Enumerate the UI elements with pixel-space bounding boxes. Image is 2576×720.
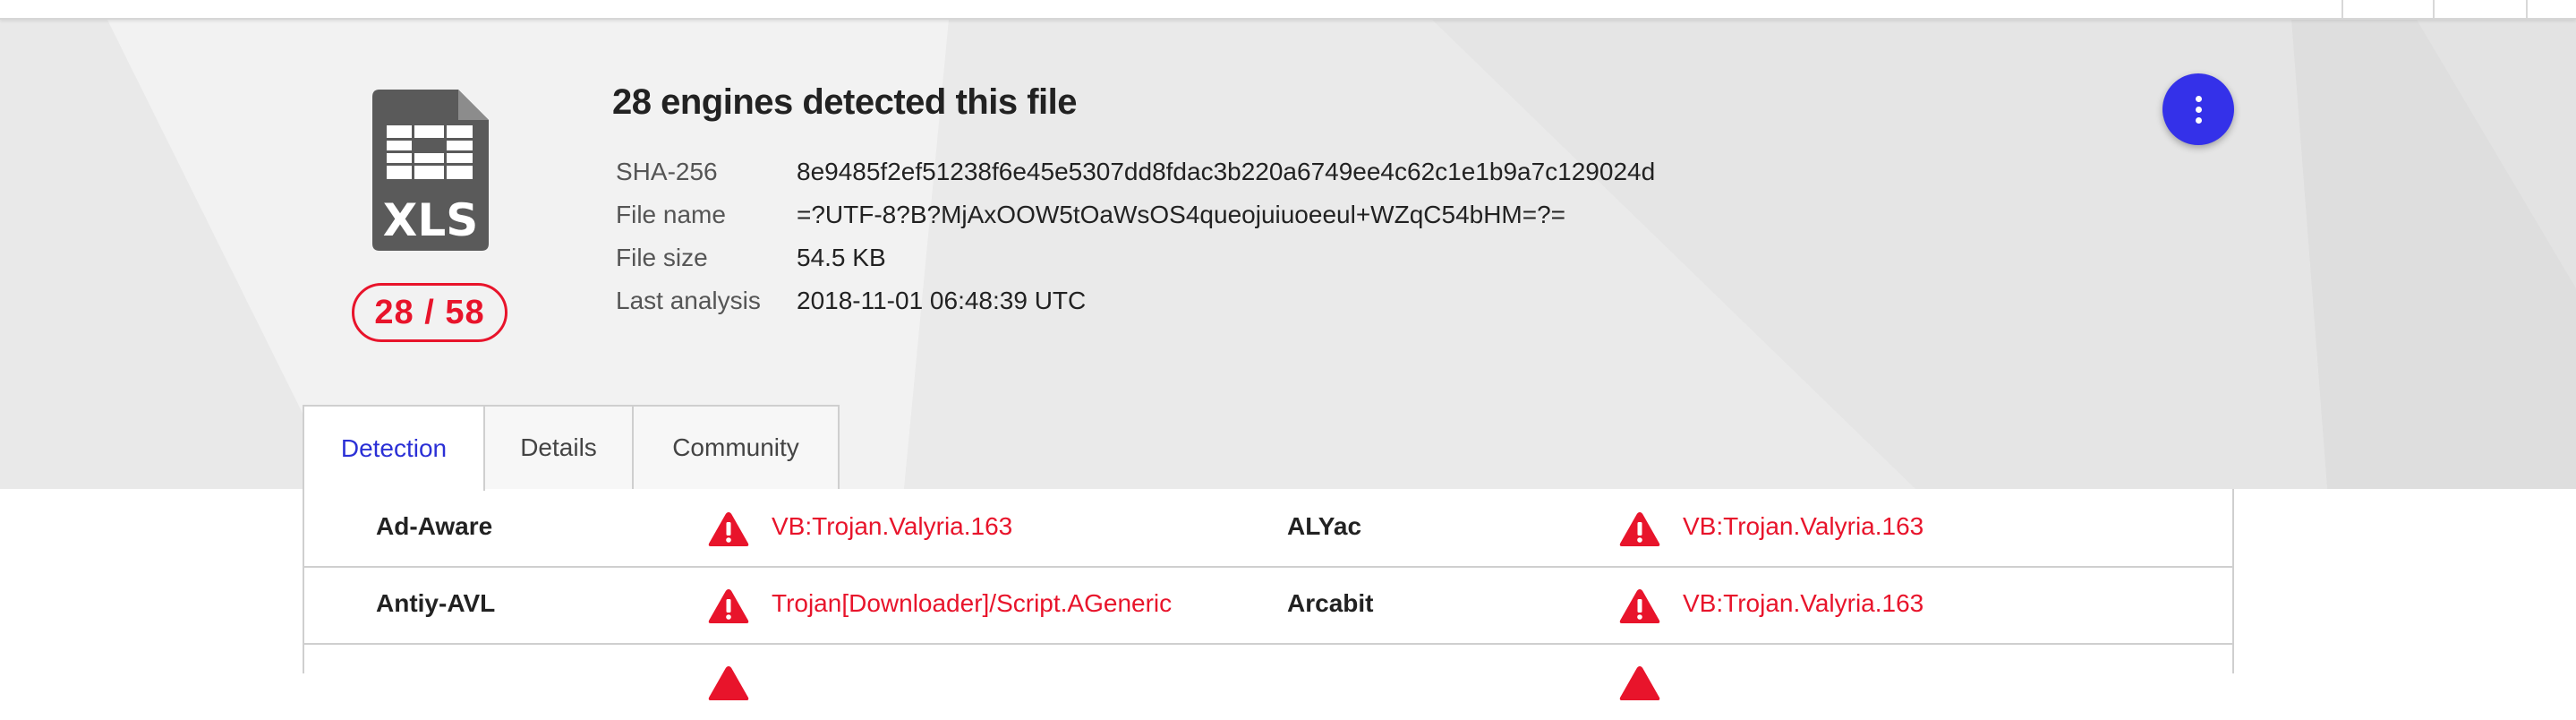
metadata-label: File size — [616, 244, 708, 271]
metadata-label: SHA-256 — [616, 158, 718, 185]
tab-detection[interactable]: Detection — [303, 405, 485, 491]
engine-name: Ad-Aware — [376, 512, 493, 540]
engine-name: ALYac — [1287, 512, 1362, 540]
detection-result: Trojan[Downloader]/Script.AGeneric — [772, 589, 1173, 617]
more-vertical-icon-dot — [2195, 106, 2202, 113]
tab-bar: Detection Details Community — [303, 405, 840, 491]
warning-icon — [1619, 512, 1660, 546]
toolbar-divider — [2526, 0, 2528, 18]
metadata-row-last-analysis: Last analysis 2018-11-01 06:48:39 UTC — [616, 279, 1655, 322]
metadata-label: File name — [616, 201, 726, 228]
metadata-row-sha256: SHA-256 8e9485f2ef51238f6e45e5307dd8fdac… — [616, 150, 1655, 193]
detection-result: VB:Trojan.Valyria.163 — [1683, 512, 1924, 540]
toolbar-divider — [2433, 0, 2435, 18]
engine-name: Arcabit — [1287, 589, 1374, 617]
more-vertical-icon-dot — [2195, 116, 2202, 124]
metadata-row-file-name: File name =?UTF-8?B?MjAxOOW5tOaWsOS4queo… — [616, 193, 1655, 236]
metadata-row-file-size: File size 54.5 KB — [616, 236, 1655, 279]
more-vertical-icon-dot — [2195, 95, 2202, 102]
table-row — [304, 643, 2232, 720]
toolbar-divider — [2341, 0, 2343, 18]
table-row: Ad-Aware VB:Trojan.Valyria.163 ALYac VB:… — [304, 489, 2232, 568]
warning-icon — [1619, 589, 1660, 623]
detection-score-badge: 28 / 58 — [352, 283, 508, 342]
tab-community[interactable]: Community — [632, 405, 840, 489]
sha256-value[interactable]: 8e9485f2ef51238f6e45e5307dd8fdac3b220a67… — [797, 158, 1655, 186]
table-row: Antiy-AVL Trojan[Downloader]/Script.AGen… — [304, 566, 2232, 645]
warning-icon — [708, 666, 749, 700]
xls-file-icon: XLS — [372, 90, 489, 251]
last-analysis-value: 2018-11-01 06:48:39 UTC — [797, 287, 1087, 314]
more-options-button[interactable] — [2162, 73, 2234, 145]
file-metadata: SHA-256 8e9485f2ef51238f6e45e5307dd8fdac… — [616, 150, 1655, 322]
warning-icon — [1619, 666, 1660, 700]
engine-name: Antiy-AVL — [376, 589, 496, 617]
warning-icon — [708, 589, 749, 623]
file-size-value: 54.5 KB — [797, 244, 886, 271]
svg-text:XLS: XLS — [383, 194, 478, 246]
detection-result: VB:Trojan.Valyria.163 — [772, 512, 1013, 540]
top-navigation-bar — [0, 0, 2576, 20]
detection-result: VB:Trojan.Valyria.163 — [1683, 589, 1924, 617]
file-name-value: =?UTF-8?B?MjAxOOW5tOaWsOS4queojuiuoeeul+… — [797, 201, 1566, 228]
tab-details[interactable]: Details — [483, 405, 634, 489]
detection-table: Ad-Aware VB:Trojan.Valyria.163 ALYac VB:… — [303, 489, 2234, 700]
metadata-label: Last analysis — [616, 287, 761, 314]
page-title: 28 engines detected this file — [612, 82, 1078, 122]
warning-icon — [708, 512, 749, 546]
